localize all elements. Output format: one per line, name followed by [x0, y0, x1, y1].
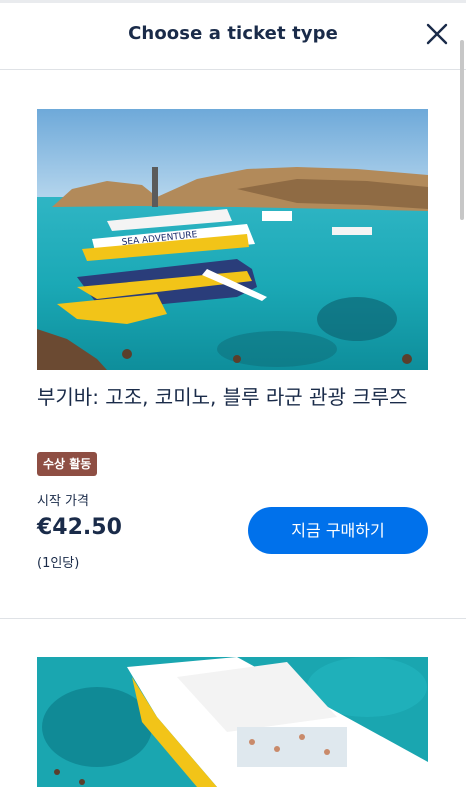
price-label: 시작 가격 [37, 494, 89, 509]
scrollbar[interactable] [460, 40, 464, 220]
tour-photo: SEA ADVENTURE [37, 109, 428, 370]
modal-title: Choose a ticket type [128, 23, 338, 44]
second-tour-photo [37, 657, 428, 787]
price-value: €42.50 [37, 515, 122, 540]
card-divider [0, 618, 466, 619]
category-badge: 수상 활동 [37, 452, 98, 476]
close-icon [426, 23, 448, 45]
buy-now-button[interactable]: 지금 구매하기 [248, 507, 428, 554]
ticket-title: 부기바: 고조, 코미노, 블루 라군 관광 크루즈 [37, 385, 408, 409]
per-person-label: (1인당) [37, 556, 80, 571]
modal-header: Choose a ticket type [0, 3, 466, 70]
close-button[interactable] [424, 21, 450, 47]
